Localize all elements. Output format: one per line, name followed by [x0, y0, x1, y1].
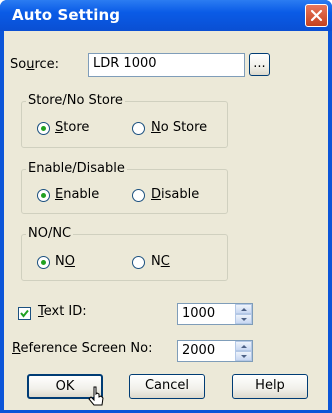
reference-screen-spin-up-button[interactable]	[235, 341, 252, 351]
checkmark-icon	[20, 309, 29, 318]
no-store-radio-label: No Store	[151, 120, 208, 135]
enable-group-label: Enable/Disable	[26, 161, 127, 176]
text-id-label: Text ID:	[38, 304, 87, 319]
no-radio-label: NO	[55, 254, 75, 269]
source-field[interactable]: LDR 1000	[88, 53, 245, 77]
nc-radio[interactable]	[132, 256, 145, 269]
no-radio[interactable]	[37, 256, 50, 269]
reference-screen-value: 2000	[182, 343, 216, 358]
help-button[interactable]: Help	[232, 374, 308, 399]
source-label: Source:	[10, 57, 60, 72]
store-radio-label: Store	[55, 120, 90, 135]
no-store-radio[interactable]	[132, 122, 145, 135]
dialog-window: Auto Setting Source: LDR 1000 ... Store/…	[0, 0, 332, 413]
store-group-label: Store/No Store	[26, 93, 125, 108]
nc-radio-label: NC	[151, 254, 170, 269]
close-button[interactable]	[305, 4, 328, 27]
reference-screen-spin-down-button[interactable]	[235, 351, 252, 361]
disable-radio[interactable]	[132, 189, 145, 202]
nonc-group-label: NO/NC	[26, 226, 74, 241]
cancel-button[interactable]: Cancel	[129, 374, 205, 399]
reference-screen-label: Reference Screen No:	[12, 341, 153, 356]
enable-radio[interactable]	[37, 189, 50, 202]
text-id-value: 1000	[182, 306, 216, 321]
dialog-client-area: Source: LDR 1000 ... Store/No Store Stor…	[4, 31, 328, 410]
reference-screen-spinbox[interactable]: 2000	[177, 340, 253, 362]
browse-button[interactable]: ...	[249, 53, 270, 76]
text-id-checkbox[interactable]	[18, 307, 31, 320]
store-radio[interactable]	[37, 122, 50, 135]
title-bar[interactable]: Auto Setting	[0, 0, 332, 31]
nonc-group	[21, 234, 228, 281]
text-id-spin-down-button[interactable]	[235, 314, 252, 324]
mouse-pointer-icon	[88, 386, 104, 406]
enable-radio-label: Enable	[55, 187, 100, 202]
window-title: Auto Setting	[12, 6, 121, 24]
text-id-spinbox[interactable]: 1000	[177, 303, 253, 325]
text-id-spin-up-button[interactable]	[235, 304, 252, 314]
close-icon	[310, 9, 323, 22]
disable-radio-label: Disable	[151, 187, 200, 202]
